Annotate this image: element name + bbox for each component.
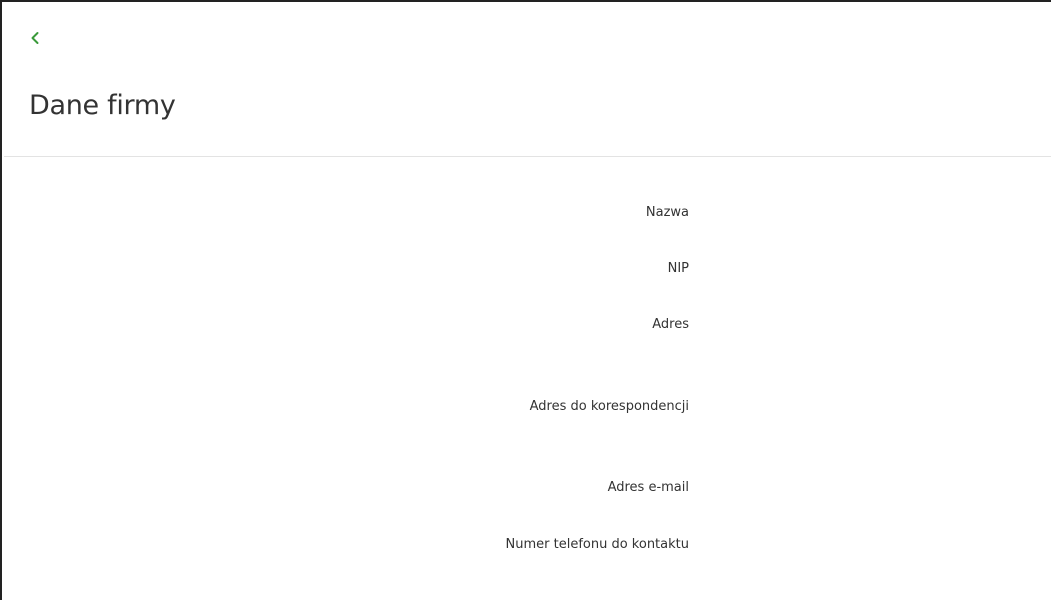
field-label-phone: Numer telefonu do kontaktu — [505, 537, 689, 552]
field-label-correspondence-address: Adres do korespondencji — [529, 399, 689, 414]
page-title: Dane firmy — [29, 90, 176, 121]
field-label-nip: NIP — [667, 261, 689, 276]
chevron-left-icon — [30, 31, 40, 45]
page-frame: Dane firmy Nazwa NIP Adres Adres do kore… — [0, 0, 1051, 600]
field-label-email: Adres e-mail — [607, 480, 689, 495]
field-label-address: Adres — [652, 317, 689, 332]
header-divider — [4, 156, 1051, 157]
field-label-name: Nazwa — [645, 205, 689, 220]
back-button[interactable] — [24, 26, 46, 50]
